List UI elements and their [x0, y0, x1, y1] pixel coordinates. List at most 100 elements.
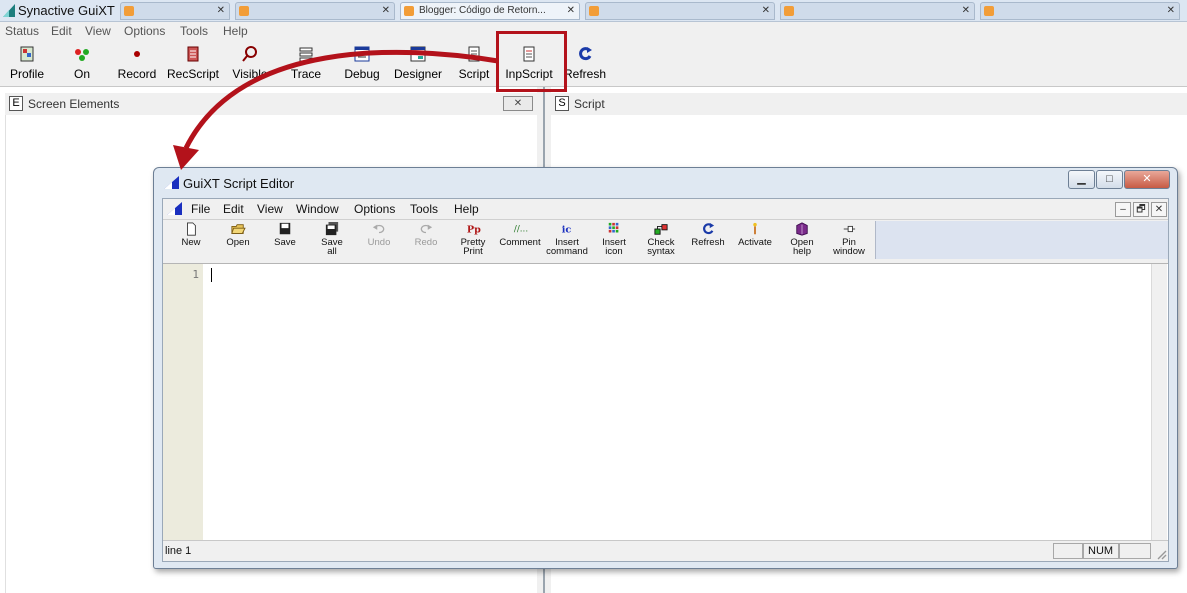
refresh-icon [703, 222, 715, 235]
editor-button-label: Comment [499, 237, 541, 248]
resize-grip-icon[interactable] [1155, 548, 1167, 560]
editor-button-label: Refresh [691, 237, 725, 248]
script-text-area[interactable]: 1 [163, 263, 1168, 540]
tab-close-icon[interactable]: ✕ [1167, 5, 1175, 16]
editor-minimize-button[interactable]: ▁ [1068, 170, 1095, 189]
editor-toolbar-activate-button[interactable]: Activate [733, 222, 777, 262]
toolbar-button-label: Script [458, 67, 490, 81]
editor-menu-help[interactable]: Help [454, 202, 479, 216]
check-syntax-icon [654, 224, 668, 235]
new-file-icon [187, 222, 196, 236]
tab-close-icon[interactable]: ✕ [217, 5, 225, 16]
screen-elements-close-button[interactable]: ✕ [503, 96, 533, 111]
svg-text:Pp: Pp [467, 225, 481, 236]
tab-close-icon[interactable]: ✕ [762, 5, 770, 16]
editor-close-button[interactable]: ✕ [1124, 170, 1170, 189]
editor-menu-options[interactable]: Options [354, 202, 395, 216]
toolbar-record-button[interactable]: Record [114, 45, 160, 83]
browser-tab[interactable]: ✕ [780, 2, 975, 20]
line-number: 1 [192, 268, 199, 281]
main-menu-bar: Status Edit View Options Tools Help [0, 22, 1187, 41]
editor-menu-bar: – 🗗 ✕ File Edit View Window Options Tools Help [163, 199, 1168, 219]
script-pane-title: Script [574, 97, 605, 111]
designer-icon [410, 46, 426, 62]
toolbar-recscript-button[interactable]: RecScript [166, 45, 220, 83]
editor-toolbar-save-all-button[interactable]: Save all [310, 222, 354, 262]
editor-toolbar-save-button[interactable]: Save [263, 222, 307, 262]
toolbar-refresh-button[interactable]: Refresh [562, 45, 608, 83]
svg-text://...: //... [514, 225, 528, 235]
editor-maximize-button[interactable]: □ [1096, 170, 1123, 189]
screen-elements-letter-icon: E [9, 96, 23, 111]
editor-status-bar: line 1 NUM [163, 540, 1168, 561]
tab-favicon-icon [984, 6, 994, 16]
editor-toolbar-check-syntax-button[interactable]: Check syntax [639, 222, 683, 262]
toolbar-button-label: Debug [344, 67, 380, 81]
menu-options[interactable]: Options [124, 24, 165, 38]
status-box-empty-2 [1119, 543, 1151, 559]
toolbar-designer-button[interactable]: Designer [392, 45, 444, 83]
editor-button-label: Open [226, 237, 250, 248]
main-toolbar: Profile On Record RecScript Visible Trace Debu… [0, 41, 1187, 87]
recscript-icon [187, 46, 199, 62]
menu-status[interactable]: Status [5, 24, 39, 38]
undo-icon [372, 224, 385, 234]
editor-toolbar-new-file-button[interactable]: New [169, 222, 213, 262]
screen-elements-header: E Screen Elements ✕ [5, 93, 537, 115]
editor-menu-tools[interactable]: Tools [410, 202, 438, 216]
toolbar-debug-button[interactable]: Debug [338, 45, 386, 83]
menu-help[interactable]: Help [223, 24, 248, 38]
tab-close-icon[interactable]: ✕ [567, 5, 575, 16]
menu-tools[interactable]: Tools [180, 24, 208, 38]
mdi-restore-button[interactable]: 🗗 [1133, 202, 1149, 217]
toolbar-script-button[interactable]: Script [454, 45, 494, 83]
browser-tab-strip: ✕ ✕ Blogger: Código de Retorn... ✕ ✕ ✕ ✕ [120, 2, 1187, 20]
editor-toolbar-insert-command-button[interactable]: ic Insert command [545, 222, 589, 262]
browser-tab[interactable]: ✕ [235, 2, 395, 20]
vertical-scrollbar[interactable] [1151, 264, 1167, 540]
record-icon [134, 51, 140, 57]
toolbar-button-label: On [73, 67, 90, 81]
tab-close-icon[interactable]: ✕ [382, 5, 390, 16]
tab-close-icon[interactable]: ✕ [962, 5, 970, 16]
trace-icon [299, 47, 313, 62]
editor-button-label-2: syntax [647, 246, 675, 257]
browser-tab[interactable]: ✕ [120, 2, 230, 20]
editor-toolbar-open-folder-button[interactable]: Open [216, 222, 260, 262]
pretty-print-icon: Pp [467, 225, 481, 236]
editor-toolbar-insert-icon-button[interactable]: Insert icon [592, 222, 636, 262]
browser-tab[interactable]: Blogger: Código de Retorn... ✕ [400, 2, 580, 20]
toolbar-visible-button[interactable]: Visible [228, 45, 272, 83]
browser-tab[interactable]: ✕ [980, 2, 1180, 20]
toolbar-profile-button[interactable]: Profile [2, 45, 52, 83]
editor-menu-view[interactable]: View [257, 202, 283, 216]
toolbar-button-label: Visible [232, 67, 268, 81]
editor-toolbar-pin-button[interactable]: Pin window [827, 222, 871, 262]
editor-toolbar-redo-button[interactable]: Redo [404, 222, 448, 262]
menu-view[interactable]: View [85, 24, 111, 38]
editor-menu-edit[interactable]: Edit [223, 202, 244, 216]
mdi-minimize-button[interactable]: – [1115, 202, 1131, 217]
editor-menu-file[interactable]: File [191, 202, 210, 216]
editor-toolbar-spacer [875, 221, 1168, 259]
editor-toolbar-open-help-button[interactable]: Open help [780, 222, 824, 262]
text-caret [211, 268, 212, 282]
editor-app-icon [164, 176, 179, 189]
editor-toolbar-comment-button[interactable]: //... Comment [498, 222, 542, 262]
editor-toolbar-undo-button[interactable]: Undo [357, 222, 401, 262]
editor-button-label: New [181, 237, 201, 248]
tab-favicon-icon [124, 6, 134, 16]
editor-toolbar-refresh-button[interactable]: Refresh [686, 222, 730, 262]
editor-toolbar-pretty-print-button[interactable]: Pp Pretty Print [451, 222, 495, 262]
activate-icon [753, 222, 757, 235]
toolbar-on-button[interactable]: On [66, 45, 98, 83]
editor-menu-window[interactable]: Window [296, 202, 339, 216]
menu-edit[interactable]: Edit [51, 24, 72, 38]
debug-icon [354, 46, 370, 62]
editor-button-label-2: Print [463, 246, 483, 257]
mdi-close-button[interactable]: ✕ [1151, 202, 1167, 217]
toolbar-button-label: Designer [393, 67, 443, 81]
toolbar-trace-button[interactable]: Trace [284, 45, 328, 83]
editor-button-label-2: window [833, 246, 865, 257]
browser-tab[interactable]: ✕ [585, 2, 775, 20]
